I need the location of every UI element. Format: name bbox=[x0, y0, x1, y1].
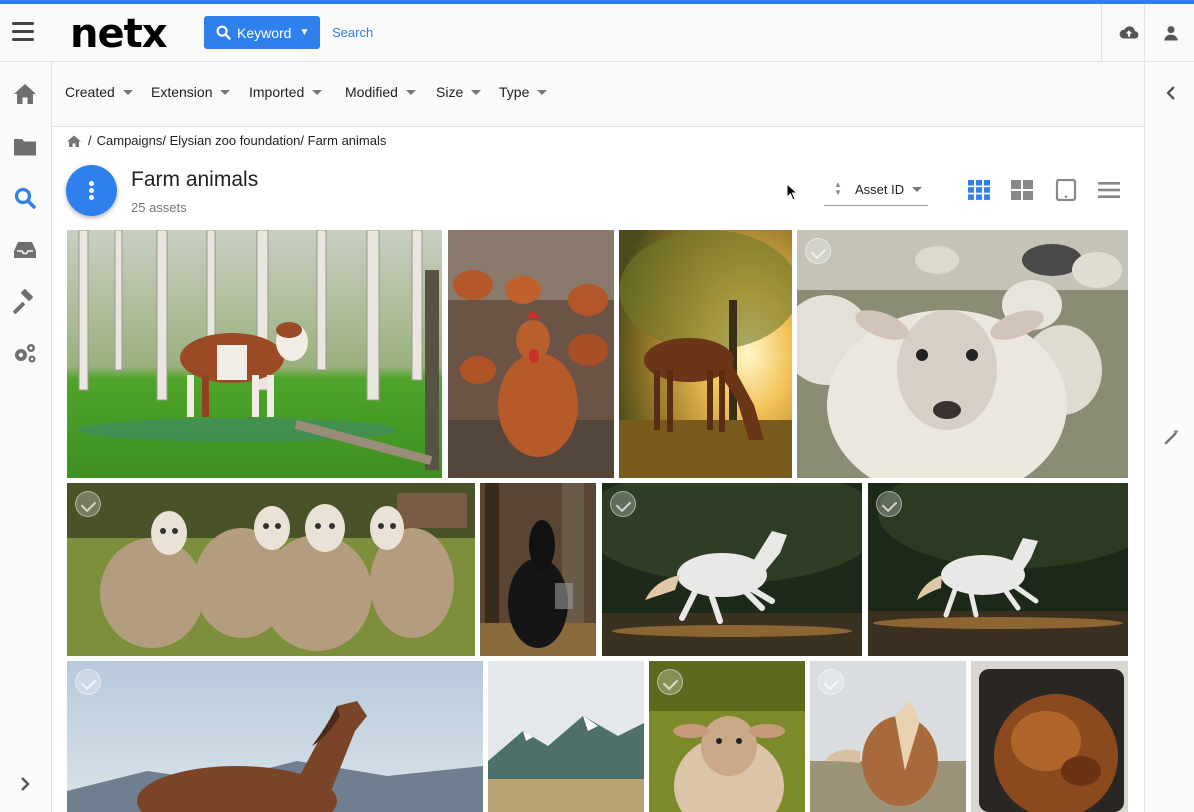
home-icon[interactable] bbox=[66, 134, 82, 148]
filter-created[interactable]: Created bbox=[65, 84, 133, 100]
select-checkbox[interactable] bbox=[75, 669, 101, 695]
hammer-icon[interactable] bbox=[11, 288, 39, 316]
chevron-down-icon: ▼ bbox=[299, 27, 310, 38]
search-icon[interactable] bbox=[11, 184, 39, 212]
actions-menu-button[interactable] bbox=[66, 165, 117, 216]
filter-extension[interactable]: Extension bbox=[151, 84, 231, 100]
filter-label: Type bbox=[499, 84, 530, 100]
filter-label: Created bbox=[65, 84, 115, 100]
inbox-icon[interactable] bbox=[11, 236, 39, 264]
page-title: Farm animals bbox=[131, 168, 259, 191]
asset-thumbnail bbox=[67, 661, 483, 812]
left-sidebar bbox=[0, 62, 52, 812]
select-checkbox[interactable] bbox=[805, 238, 831, 264]
chevron-right-icon[interactable] bbox=[15, 774, 35, 794]
filter-imported[interactable]: Imported bbox=[249, 84, 323, 100]
sort-label: Asset ID bbox=[855, 182, 905, 197]
asset-thumbnail bbox=[602, 483, 862, 656]
filter-modified[interactable]: Modified bbox=[345, 84, 416, 100]
chevron-down-icon bbox=[312, 89, 323, 95]
asset-tile-four-sheep[interactable] bbox=[67, 483, 475, 656]
search-input[interactable]: Search bbox=[332, 25, 373, 40]
app-header: netx Keyword ▼ Search bbox=[0, 4, 1194, 62]
menu-icon[interactable] bbox=[12, 22, 40, 44]
asset-tile-white-horse-1[interactable] bbox=[602, 483, 862, 656]
asset-tile-horse-sunset[interactable] bbox=[619, 230, 792, 478]
asset-tile-roast-turkey[interactable] bbox=[971, 661, 1128, 812]
filter-bar: Created Extension Imported Modified Size… bbox=[52, 62, 1144, 127]
asset-tile-mountains[interactable] bbox=[488, 661, 644, 812]
chevron-down-icon bbox=[122, 89, 133, 95]
mouse-cursor-icon bbox=[786, 183, 798, 201]
header-divider bbox=[1101, 4, 1102, 62]
asset-tile-brown-horse[interactable] bbox=[67, 661, 483, 812]
filter-label: Imported bbox=[249, 84, 305, 100]
asset-count: 25 assets bbox=[131, 200, 187, 215]
select-checkbox[interactable] bbox=[657, 669, 683, 695]
asset-thumbnail bbox=[448, 230, 614, 478]
asset-tile-cow-in-forest[interactable] bbox=[67, 230, 442, 478]
asset-thumbnail bbox=[619, 230, 792, 478]
asset-thumbnail bbox=[797, 230, 1128, 478]
home-icon[interactable] bbox=[11, 80, 39, 108]
sort-arrows-icon: ▲ ▼ bbox=[834, 180, 842, 197]
asset-thumbnail bbox=[67, 483, 475, 656]
filter-type[interactable]: Type bbox=[499, 84, 548, 100]
right-panel-rail bbox=[1144, 62, 1194, 812]
breadcrumb-separator: / bbox=[88, 133, 92, 148]
filter-label: Extension bbox=[151, 84, 213, 100]
chevron-left-icon[interactable] bbox=[1164, 84, 1178, 102]
breadcrumb: / Campaigns/ Elysian zoo foundation/ Far… bbox=[66, 133, 386, 148]
filter-label: Modified bbox=[345, 84, 398, 100]
select-checkbox[interactable] bbox=[610, 491, 636, 517]
asset-tile-lamb[interactable] bbox=[649, 661, 805, 812]
filter-size[interactable]: Size bbox=[436, 84, 482, 100]
asset-thumbnail bbox=[868, 483, 1128, 656]
view-grid-small-icon[interactable] bbox=[967, 179, 991, 201]
magic-wand-icon[interactable] bbox=[1163, 428, 1181, 446]
filter-label: Size bbox=[436, 84, 464, 100]
select-checkbox[interactable] bbox=[876, 491, 902, 517]
asset-tile-sheep-closeup[interactable] bbox=[797, 230, 1128, 478]
user-icon[interactable] bbox=[1161, 22, 1181, 44]
view-tablet-icon[interactable] bbox=[1054, 179, 1078, 201]
chevron-down-icon bbox=[405, 89, 416, 95]
select-checkbox[interactable] bbox=[75, 491, 101, 517]
chevron-down-icon bbox=[537, 89, 548, 95]
view-grid-large-icon[interactable] bbox=[1010, 179, 1034, 201]
breadcrumb-path[interactable]: Campaigns/ Elysian zoo foundation/ Farm … bbox=[97, 133, 387, 148]
search-icon bbox=[216, 25, 231, 40]
settings-icon[interactable] bbox=[11, 340, 39, 368]
asset-tile-black-horse[interactable] bbox=[480, 483, 596, 656]
asset-tile-palomino-horse[interactable] bbox=[810, 661, 966, 812]
chevron-down-icon bbox=[220, 89, 231, 95]
asset-tile-white-horse-2[interactable] bbox=[868, 483, 1128, 656]
view-list-icon[interactable] bbox=[1097, 179, 1121, 201]
chevron-down-icon bbox=[912, 187, 922, 192]
search-mode-button[interactable]: Keyword ▼ bbox=[204, 16, 320, 49]
sort-select[interactable]: ▲ ▼ Asset ID bbox=[824, 174, 928, 206]
search-mode-label: Keyword bbox=[237, 24, 292, 41]
chevron-down-icon bbox=[471, 89, 482, 95]
folder-icon[interactable] bbox=[11, 132, 39, 160]
header-divider bbox=[1144, 4, 1145, 62]
app-logo[interactable]: netx bbox=[70, 11, 168, 57]
asset-thumbnail bbox=[67, 230, 442, 478]
cloud-upload-icon[interactable] bbox=[1118, 22, 1140, 44]
asset-tile-chickens[interactable] bbox=[448, 230, 614, 478]
select-checkbox[interactable] bbox=[818, 669, 844, 695]
